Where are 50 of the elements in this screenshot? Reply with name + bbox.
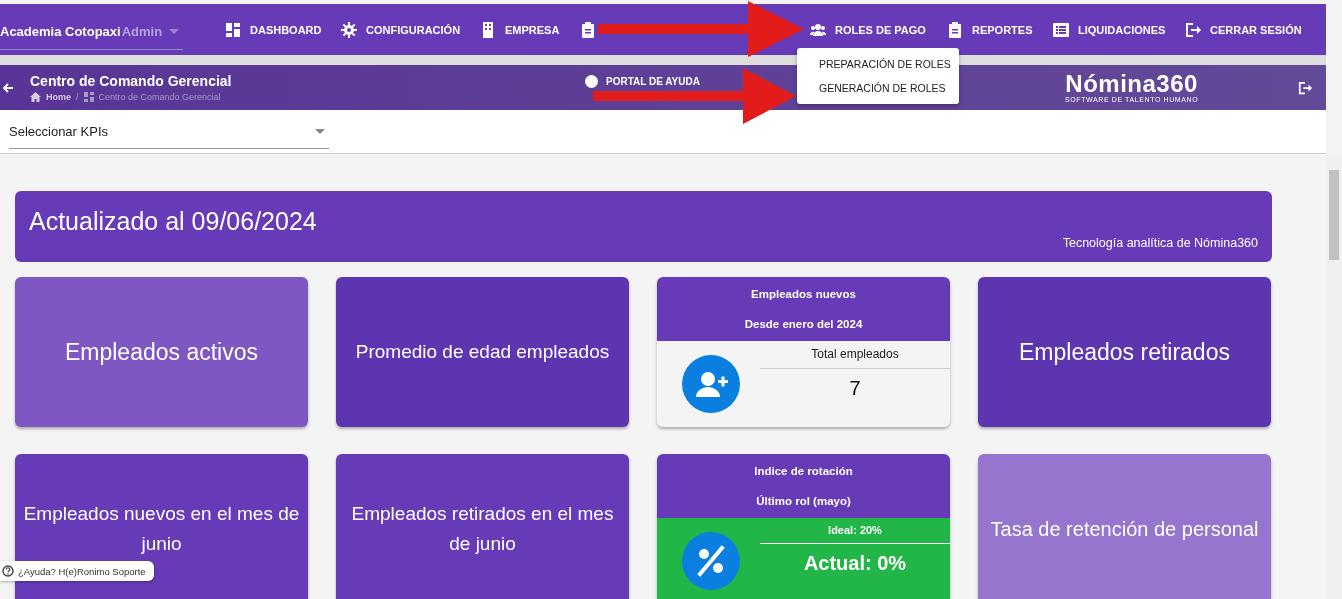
card-heading: Desde enero del 2024 xyxy=(744,318,863,330)
gear-icon xyxy=(341,21,357,38)
stat-label: Ideal: 20% xyxy=(760,524,950,544)
help-chip[interactable]: ¿Ayuda? H(e)Ronimo Soporte xyxy=(0,561,154,581)
nav-icon-link[interactable] xyxy=(580,21,596,38)
stat-value: 7 xyxy=(849,377,861,400)
nav-link[interactable]: ROLES DE PAGO xyxy=(810,21,926,38)
banner-subtitle: Tecnología analítica de Nómina360 xyxy=(1062,236,1258,250)
card-heading: Empleados nuevos xyxy=(751,288,856,300)
people-icon xyxy=(810,21,826,38)
card-heading: Último rol (mayo) xyxy=(756,495,851,507)
clipboard-icon xyxy=(580,21,596,38)
menu-item[interactable]: GENERACIÓN DE ROLES xyxy=(797,76,959,100)
vertical-scrollbar[interactable] xyxy=(1326,154,1342,599)
nav-link[interactable]: DASHBOARD xyxy=(225,21,322,38)
kpi-card[interactable]: Empleados retirados xyxy=(978,277,1271,427)
caret-icon xyxy=(315,128,325,134)
kpi-select[interactable]: Seleccionar KPIs xyxy=(9,114,329,149)
nav-link[interactable]: LIQUIDACIONES xyxy=(1053,21,1166,38)
home-icon xyxy=(30,92,41,102)
building-icon xyxy=(480,21,496,38)
breadcrumb-link[interactable]: Home xyxy=(46,92,71,102)
kpi-card[interactable]: Empleados retirados en el mes de junio xyxy=(336,454,629,599)
kpi-card[interactable]: Empleados activos xyxy=(15,277,308,427)
dashboard-icon xyxy=(225,21,241,38)
nav-link[interactable]: EMPRESA xyxy=(480,21,560,38)
back-arrow-icon[interactable] xyxy=(2,81,14,94)
list-icon xyxy=(1053,21,1069,38)
logout-icon[interactable] xyxy=(1298,80,1312,95)
brand-logo: Nómina360 xyxy=(1065,72,1198,96)
page-title: Centro de Comando Gerencial xyxy=(30,73,233,89)
stat-value: Actual: 0% xyxy=(803,552,907,575)
nav-link[interactable]: REPORTES xyxy=(947,21,1033,38)
logout-icon xyxy=(1185,21,1201,38)
banner-title: Actualizado al 09/06/2024 xyxy=(29,207,318,236)
card-heading: Indice de rotación xyxy=(754,465,853,477)
menu-item[interactable]: PREPARACIÓN DE ROLES xyxy=(797,52,959,76)
clipboard-icon xyxy=(947,21,963,38)
breadcrumb-separator: / xyxy=(76,92,79,102)
kpi-card[interactable]: Tasa de retención de personal xyxy=(978,454,1271,599)
dashboard-icon xyxy=(83,92,94,102)
nav-link[interactable]: CERRAR SESIÓN xyxy=(1185,21,1302,38)
percent-icon xyxy=(682,532,740,590)
nav-link[interactable]: CONFIGURACIÓN xyxy=(341,21,461,38)
stat-label: Total empleados xyxy=(760,347,950,369)
breadcrumb-current: Centro de Comando Gerencial xyxy=(98,92,221,102)
caret-icon xyxy=(169,28,179,34)
user-plus-icon xyxy=(682,355,740,413)
company-select[interactable]: Academia CotopaxiAdmin xyxy=(0,13,183,50)
kpi-card[interactable]: Promedio de edad empleados xyxy=(336,277,629,427)
